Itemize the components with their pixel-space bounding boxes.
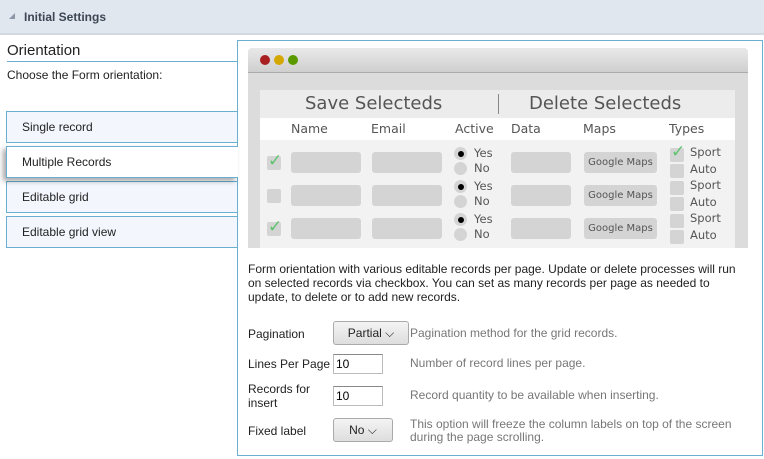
sport-label: Sport — [690, 211, 721, 225]
auto-checkbox — [670, 164, 684, 178]
column-headers: Name Email Active Data Maps Types — [260, 118, 735, 140]
records-for-insert-label: Records for insert — [248, 382, 311, 410]
records-for-insert-hint: Record quantity to be available when ins… — [410, 388, 659, 402]
pagination-select[interactable]: Partial ⌵ — [333, 321, 409, 345]
delete-selecteds-label: Delete Selecteds — [529, 93, 682, 114]
radio-yes — [454, 180, 467, 193]
email-field — [372, 218, 442, 239]
option-multiple-records[interactable]: Multiple Records — [6, 146, 238, 178]
sport-label: Sport — [690, 145, 721, 159]
fixed-label-select[interactable]: No ⌵ — [333, 418, 393, 442]
pagination-label: Pagination — [248, 327, 305, 341]
maximize-dot-icon — [288, 55, 298, 65]
check-icon: ✓ — [671, 142, 686, 162]
sport-label: Sport — [690, 178, 721, 192]
yes-label: Yes — [474, 179, 493, 193]
minimize-dot-icon — [274, 55, 284, 65]
records-for-insert-input[interactable] — [333, 386, 383, 406]
row-checkbox — [267, 189, 281, 203]
email-field — [372, 152, 442, 173]
google-maps-button: Google Maps — [584, 152, 657, 173]
data-field — [511, 218, 571, 239]
option-editable-grid[interactable]: Editable grid — [6, 181, 238, 213]
col-data: Data — [511, 121, 541, 136]
option-single-record[interactable]: Single record — [6, 111, 238, 143]
check-icon: ✓ — [268, 151, 283, 171]
pagination-value: Partial — [347, 326, 382, 340]
preview-row: Yes No Google Maps Sport Auto — [260, 178, 735, 215]
fixed-label-hint: This option will freeze the column label… — [410, 417, 732, 444]
auto-checkbox — [670, 230, 684, 244]
no-label: No — [474, 227, 490, 241]
fixed-label-value: No — [349, 423, 365, 437]
window-titlebar — [248, 48, 748, 73]
sport-checkbox: ✓ — [670, 142, 686, 162]
radio-no — [454, 195, 467, 208]
yes-label: Yes — [474, 146, 493, 160]
col-email: Email — [371, 121, 406, 136]
row-checkbox: ✓ — [267, 217, 283, 237]
divider — [7, 61, 238, 62]
fixed-label-label: Fixed label — [248, 424, 307, 438]
col-maps: Maps — [583, 121, 616, 136]
lines-per-page-label: Lines Per Page — [248, 357, 331, 371]
google-maps-button: Google Maps — [584, 218, 657, 239]
divider — [498, 94, 499, 114]
preview-grid: Save Selecteds Delete Selecteds Name Ema… — [260, 90, 735, 248]
auto-checkbox — [670, 197, 684, 211]
preview-window: Save Selecteds Delete Selecteds Name Ema… — [248, 48, 748, 248]
close-dot-icon — [260, 55, 270, 65]
no-label: No — [474, 161, 490, 175]
check-icon: ✓ — [268, 217, 283, 237]
chevron-down-icon: ⌵ — [385, 326, 395, 340]
col-active: Active — [455, 121, 494, 136]
lines-per-page-hint: Number of record lines per page. — [410, 356, 586, 370]
auto-label: Auto — [690, 228, 717, 242]
actions-bar: Save Selecteds Delete Selecteds — [260, 90, 735, 118]
chevron-down-icon: ⌵ — [367, 423, 377, 437]
orientation-prompt: Choose the Form orientation: — [7, 68, 163, 82]
collapse-triangle-icon[interactable] — [9, 13, 15, 19]
orientation-description: Form orientation with various editable r… — [248, 262, 736, 304]
name-field — [291, 218, 361, 239]
sport-checkbox — [670, 214, 684, 228]
radio-no — [454, 162, 467, 175]
col-types: Types — [669, 121, 705, 136]
preview-row: ✓ Yes No Google Maps ✓ Sport Auto — [260, 144, 735, 182]
pagination-hint: Pagination method for the grid records. — [410, 326, 618, 340]
data-field — [511, 152, 571, 173]
auto-label: Auto — [690, 162, 717, 176]
save-selecteds-label: Save Selecteds — [305, 93, 443, 114]
name-field — [291, 185, 361, 206]
radio-yes — [454, 213, 467, 226]
row-checkbox: ✓ — [267, 151, 283, 171]
google-maps-button: Google Maps — [584, 185, 657, 206]
yes-label: Yes — [474, 212, 493, 226]
email-field — [372, 185, 442, 206]
lines-per-page-input[interactable] — [333, 354, 383, 374]
option-editable-grid-view[interactable]: Editable grid view — [6, 216, 238, 248]
no-label: No — [474, 194, 490, 208]
data-field — [511, 185, 571, 206]
section-title: Initial Settings — [24, 10, 107, 24]
sport-checkbox — [670, 181, 684, 195]
radio-no — [454, 228, 467, 241]
section-header[interactable]: Initial Settings — [0, 0, 764, 35]
name-field — [291, 152, 361, 173]
orientation-title: Orientation — [7, 42, 81, 59]
col-name: Name — [291, 121, 328, 136]
auto-label: Auto — [690, 195, 717, 209]
radio-yes — [454, 147, 467, 160]
preview-row: ✓ Yes No Google Maps Sport Auto — [260, 211, 735, 248]
